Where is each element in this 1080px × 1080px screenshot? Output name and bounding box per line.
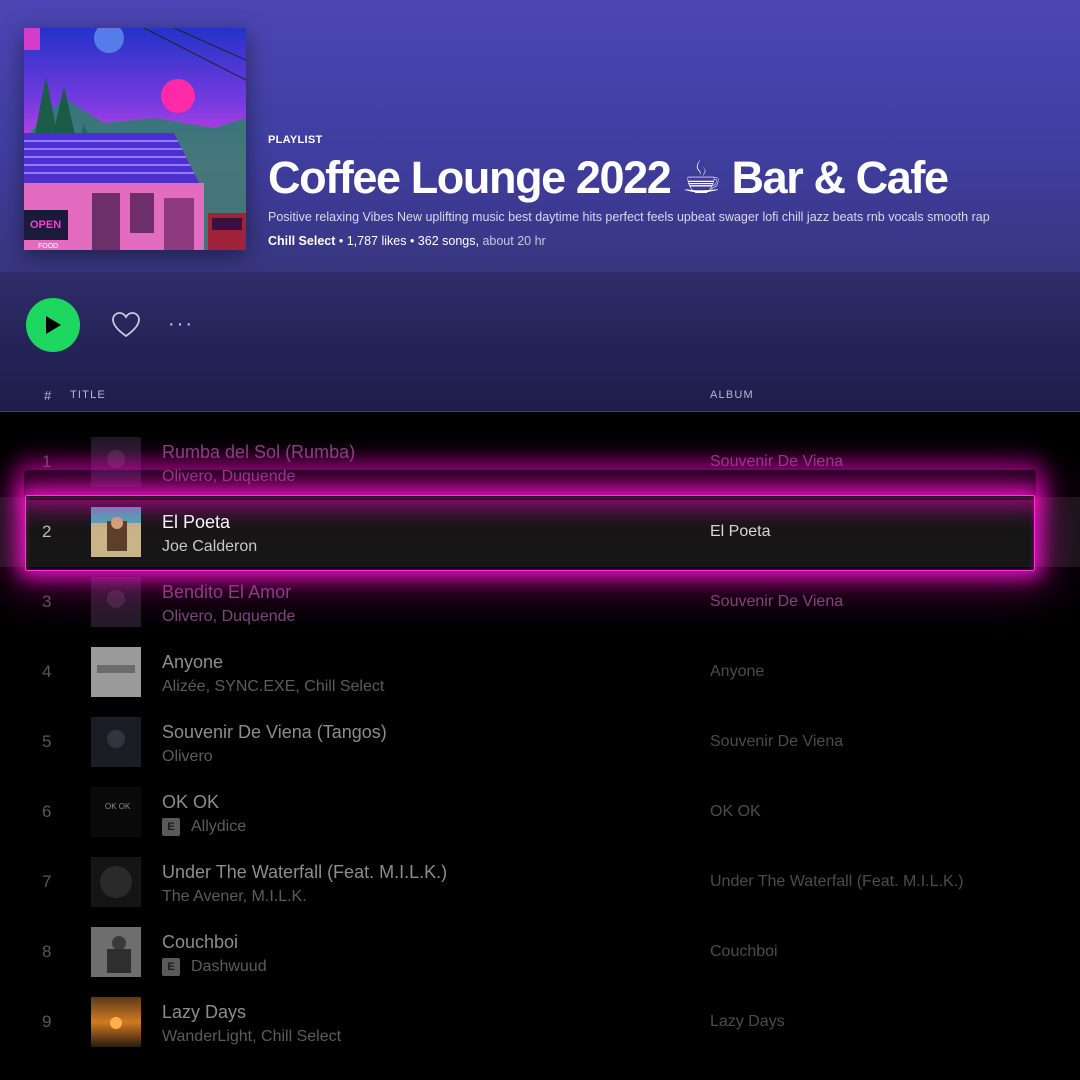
play-button[interactable] (26, 298, 80, 352)
track-row[interactable]: 8 Couchboi E Dashwuud Couchboi (0, 917, 1080, 987)
track-album[interactable]: Couchboi (710, 943, 778, 961)
track-thumbnail (91, 717, 141, 767)
playlist-song-count: 362 songs, (417, 234, 479, 248)
track-album[interactable]: OK OK (710, 803, 761, 821)
track-artists-text[interactable]: Allydice (191, 818, 246, 836)
track-row[interactable]: 4 Anyone Alizée, SYNC.EXE, Chill Select … (0, 637, 1080, 707)
track-title[interactable]: Rumba del Sol (Rumba) (162, 442, 355, 463)
track-artists[interactable]: E Dashwuud (162, 958, 267, 976)
track-title[interactable]: Anyone (162, 652, 223, 673)
explicit-badge: E (162, 958, 180, 976)
track-artists[interactable]: The Avener, M.I.L.K. (162, 888, 307, 906)
track-thumbnail (91, 927, 141, 977)
track-artists-text[interactable]: Olivero, Duquende (162, 468, 295, 486)
column-title[interactable]: TITLE (70, 389, 106, 401)
track-album[interactable]: Souvenir De Viena (710, 733, 843, 751)
track-row-selected[interactable]: 2 El Poeta Joe Calderon El Poeta (0, 497, 1080, 567)
explicit-badge: E (162, 818, 180, 836)
track-row[interactable]: 3 Bendito El Amor Olivero, Duquende Souv… (0, 567, 1080, 637)
tracklist-column-header: # TITLE ALBUM (0, 382, 1080, 412)
playlist-meta: PLAYLIST Coffee Lounge 2022 ☕ Bar & Cafe… (268, 134, 1068, 248)
playlist-duration: about 20 hr (478, 234, 546, 248)
track-title[interactable]: OK OK (162, 792, 219, 813)
track-thumbnail (91, 577, 141, 627)
track-artists-text[interactable]: The Avener, M.I.L.K. (162, 888, 307, 906)
track-number: 2 (42, 522, 52, 541)
playlist-owner-link[interactable]: Chill Select (268, 234, 335, 248)
playlist-description: Positive relaxing Vibes New uplifting mu… (268, 210, 990, 224)
play-icon (46, 316, 61, 334)
track-number: 3 (42, 592, 52, 611)
heart-icon (112, 312, 140, 338)
track-artists-text[interactable]: Olivero, Duquende (162, 608, 295, 626)
track-album[interactable]: Under The Waterfall (Feat. M.I.L.K.) (710, 873, 963, 891)
playlist-header: OPEN FOOD PLAYLIST Coffee Lounge 2022 ☕ … (0, 0, 1080, 272)
column-number: # (44, 388, 52, 403)
track-row[interactable]: 1 Rumba del Sol (Rumba) Olivero, Duquend… (0, 427, 1080, 497)
track-title[interactable]: Lazy Days (162, 1002, 246, 1023)
track-thumbnail (91, 647, 141, 697)
cover-illustration: OPEN FOOD (24, 28, 246, 250)
track-title[interactable]: El Poeta (162, 512, 230, 533)
track-row[interactable]: 9 Lazy Days WanderLight, Chill Select La… (0, 987, 1080, 1057)
track-thumbnail (91, 857, 141, 907)
track-album[interactable]: Souvenir De Viena (710, 593, 843, 611)
track-artists-text[interactable]: Alizée, SYNC.EXE, Chill Select (162, 678, 384, 696)
track-artists[interactable]: Joe Calderon (162, 538, 257, 556)
action-bar: ··· # TITLE ALBUM (0, 272, 1080, 412)
track-number: 6 (42, 802, 52, 821)
playlist-cover-art[interactable]: OPEN FOOD (24, 28, 246, 250)
track-album[interactable]: El Poeta (710, 523, 770, 541)
playlist-title: Coffee Lounge 2022 ☕ Bar & Cafe (268, 152, 949, 203)
track-title[interactable]: Under The Waterfall (Feat. M.I.L.K.) (162, 862, 447, 883)
cover-food-sign: FOOD (38, 243, 58, 250)
track-artists[interactable]: Alizée, SYNC.EXE, Chill Select (162, 678, 384, 696)
track-album[interactable]: Anyone (710, 663, 764, 681)
track-number: 5 (42, 732, 52, 751)
track-row[interactable]: 6 OK OK OK OK E Allydice OK OK (0, 777, 1080, 847)
track-number: 1 (42, 452, 52, 471)
playlist-type-label: PLAYLIST (268, 134, 323, 146)
track-thumbnail (91, 997, 141, 1047)
column-album[interactable]: ALBUM (710, 389, 754, 401)
track-artists[interactable]: Olivero, Duquende (162, 468, 295, 486)
track-album[interactable]: Lazy Days (710, 1013, 785, 1031)
track-thumbnail (91, 507, 141, 557)
track-thumbnail (91, 437, 141, 487)
track-artists[interactable]: E Allydice (162, 818, 246, 836)
track-artists-text[interactable]: Olivero (162, 748, 213, 766)
track-thumbnail: OK OK (91, 787, 141, 837)
like-button[interactable] (110, 310, 142, 340)
track-row[interactable]: 5 Souvenir De Viena (Tangos) Olivero Sou… (0, 707, 1080, 777)
track-number: 7 (42, 872, 52, 891)
track-title[interactable]: Couchboi (162, 932, 238, 953)
track-number: 9 (42, 1012, 52, 1031)
track-number: 8 (42, 942, 52, 961)
svg-text:OK OK: OK OK (105, 802, 131, 811)
track-album[interactable]: Souvenir De Viena (710, 453, 843, 471)
cover-open-sign: OPEN (30, 219, 61, 231)
more-options-button[interactable]: ··· (168, 310, 198, 340)
playlist-likes: • 1,787 likes • (335, 234, 418, 248)
track-artists[interactable]: Olivero (162, 748, 213, 766)
track-artists-text[interactable]: Joe Calderon (162, 538, 257, 556)
track-artists[interactable]: WanderLight, Chill Select (162, 1028, 341, 1046)
tracklist: 1 Rumba del Sol (Rumba) Olivero, Duquend… (0, 427, 1080, 1057)
track-artists-text[interactable]: Dashwuud (191, 958, 267, 976)
track-number: 4 (42, 662, 52, 681)
track-artists-text[interactable]: WanderLight, Chill Select (162, 1028, 341, 1046)
playlist-stats: Chill Select • 1,787 likes • 362 songs, … (268, 234, 1068, 248)
track-artists[interactable]: Olivero, Duquende (162, 608, 295, 626)
track-title[interactable]: Souvenir De Viena (Tangos) (162, 722, 387, 743)
track-row[interactable]: 7 Under The Waterfall (Feat. M.I.L.K.) T… (0, 847, 1080, 917)
track-title[interactable]: Bendito El Amor (162, 582, 291, 603)
